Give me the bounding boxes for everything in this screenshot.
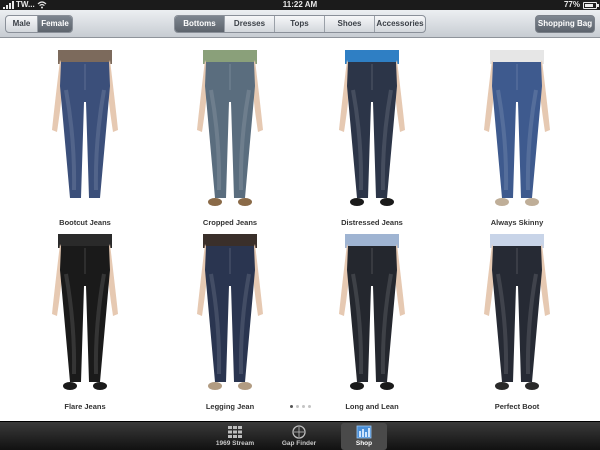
category-selector: Bottoms Dresses Tops Shoes Accessories [174,15,426,33]
shop-icon [356,425,372,439]
product-image [52,50,118,198]
tab-1969-stream[interactable]: 1969 Stream [212,423,258,450]
battery-status: 77% [563,0,599,10]
bottom-tab-bar: 1969 Stream Gap Finder Shop [0,421,600,450]
tab-label: Shop [355,440,373,447]
tab-bottoms[interactable]: Bottoms [175,16,225,32]
page-dot[interactable] [307,405,311,408]
top-toolbar: Male Female Bottoms Dresses Tops Shoes A… [0,10,600,38]
product-image [52,234,118,390]
product-card[interactable]: Long and Lean [317,234,427,419]
tab-gap-finder[interactable]: Gap Finder [276,423,322,450]
tab-shoes[interactable]: Shoes [325,16,375,32]
tab-tops[interactable]: Tops [275,16,325,32]
product-card[interactable]: Flare Jeans [30,234,140,419]
tab-dresses[interactable]: Dresses [225,16,275,32]
product-card[interactable]: Always Skinny [462,50,572,235]
battery-icon [583,1,599,9]
gender-female-button[interactable]: Female [38,16,72,32]
product-image [339,234,405,390]
product-name: Cropped Jeans [202,218,258,227]
tab-label: 1969 Stream [215,440,255,447]
clock: 11:22 AM [282,0,318,9]
product-image [197,234,263,390]
product-image [197,50,263,206]
product-name: Always Skinny [490,218,544,227]
product-card[interactable]: Legging Jean [175,234,285,419]
shopping-bag-button[interactable]: Shopping Bag [535,15,595,33]
gender-selector: Male Female [5,15,73,33]
tab-label: Gap Finder [281,440,317,447]
product-card[interactable]: Distressed Jeans [317,50,427,235]
page-dot[interactable] [289,405,293,408]
page-indicator [0,405,600,408]
tab-shop[interactable]: Shop [341,423,387,450]
grid-icon [228,426,242,438]
gender-male-button[interactable]: Male [6,16,38,32]
tab-accessories[interactable]: Accessories [375,16,425,32]
page-dot[interactable] [301,405,305,408]
compass-icon [292,425,306,439]
battery-percent: 77% [563,0,580,9]
product-card[interactable]: Perfect Boot [462,234,572,419]
product-grid: Bootcut Jeans Cropped Jeans Distressed Jea… [0,40,600,420]
product-image [339,50,405,206]
product-card[interactable]: Cropped Jeans [175,50,285,235]
product-image [484,50,550,206]
status-bar: TW... 11:22 AM 77% [0,0,600,10]
page-dot[interactable] [295,405,299,408]
product-name: Distressed Jeans [341,218,403,227]
product-name: Bootcut Jeans [59,218,111,227]
product-image [484,234,550,390]
product-card[interactable]: Bootcut Jeans [30,50,140,235]
